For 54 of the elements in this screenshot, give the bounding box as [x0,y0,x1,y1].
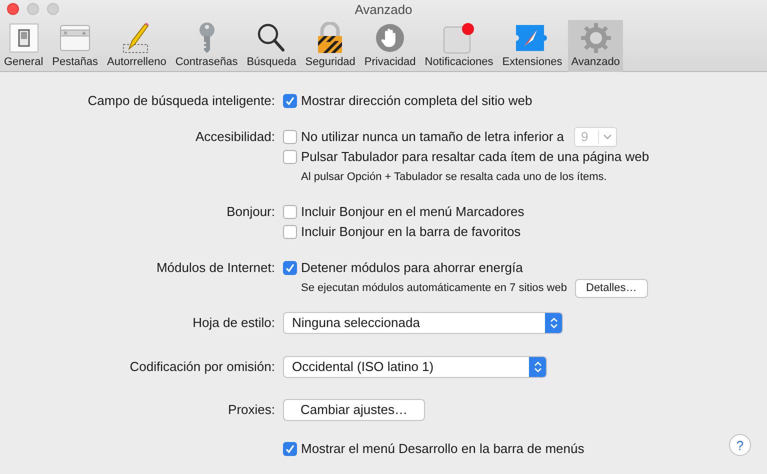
key-icon [196,22,217,54]
up-down-arrows-icon [534,361,542,373]
toolbar-tab[interactable]: Notificaciones [422,20,496,72]
close-button[interactable] [7,3,19,15]
checkbox-label: Detener módulos para ahorrar energía [301,259,523,278]
popup-menu[interactable]: Occidental (ISO latino 1) [283,356,547,378]
checkbox[interactable] [283,261,297,275]
toolbar-tab[interactable]: Extensiones [499,20,566,72]
toolbar-tab[interactable]: Seguridad [302,20,358,72]
checkbox[interactable] [283,205,297,219]
note-text: Se ejecutan módulos automáticamente en 7 sitios web [301,280,567,296]
notification-icon [443,22,476,54]
checkbox-label: Pulsar Tabulador para resaltar cada ítem de una página web [301,148,650,166]
minimize-button[interactable] [27,3,39,15]
setting-label: Proxies: [228,401,275,419]
checkbox[interactable] [283,94,297,108]
setting-label: Campo de búsqueda inteligente: [88,92,275,110]
toolbar-tab[interactable]: Contraseñas [172,20,241,72]
note-text: Al pulsar Opción + Tabulador se resalta cada uno de los ítems. [301,170,607,185]
change-settings-button[interactable]: Cambiar ajustes… [283,399,425,421]
toolbar-tab[interactable]: Privacidad [361,20,419,72]
gear-icon [580,22,612,54]
setting-label: Codificación por omisión: [130,358,275,376]
checkbox[interactable] [283,130,297,144]
window-title: Avanzado [354,1,412,19]
checkbox[interactable] [283,150,297,164]
checkbox-label: Incluir Bonjour en la barra de favoritos [301,223,521,242]
popup-menu[interactable]: Ninguna seleccionada [283,312,563,334]
chevron-down-icon [603,134,612,140]
hand-icon [375,22,406,52]
checkbox-label: Mostrar dirección completa del sitio web [301,92,532,110]
toolbar-tab[interactable]: Pestañas [49,20,102,72]
toolbar-tab[interactable]: Autorrelleno [104,20,170,72]
toolbar-tab[interactable]: Avanzado [568,20,623,72]
setting-label: Módulos de Internet: [156,259,275,277]
up-down-arrows-icon [550,317,558,329]
setting-label: Hoja de estilo: [192,314,275,332]
lock-icon [317,22,344,54]
toolbar-tab[interactable]: General [1,20,46,72]
checkbox-label: Mostrar el menú Desarrollo en la barra de menús [301,440,584,458]
checkbox[interactable] [283,442,297,456]
tabs-icon [60,24,90,50]
checkbox[interactable] [283,225,297,239]
details-button[interactable]: Detalles… [575,278,648,298]
pencil-icon [122,22,151,54]
switch-icon [8,22,39,52]
help-button[interactable]: ? [729,434,751,456]
checkbox-label: Incluir Bonjour en el menú Marcadores [301,203,524,222]
toolbar-tab[interactable]: Búsqueda [244,20,300,72]
search-icon [257,22,286,52]
setting-label: Bonjour: [226,203,275,221]
setting-label: Accesibilidad: [196,128,275,146]
checkbox-label: No utilizar nunca un tamaño de letra inferior a [301,128,564,146]
zoom-button[interactable] [47,3,59,15]
